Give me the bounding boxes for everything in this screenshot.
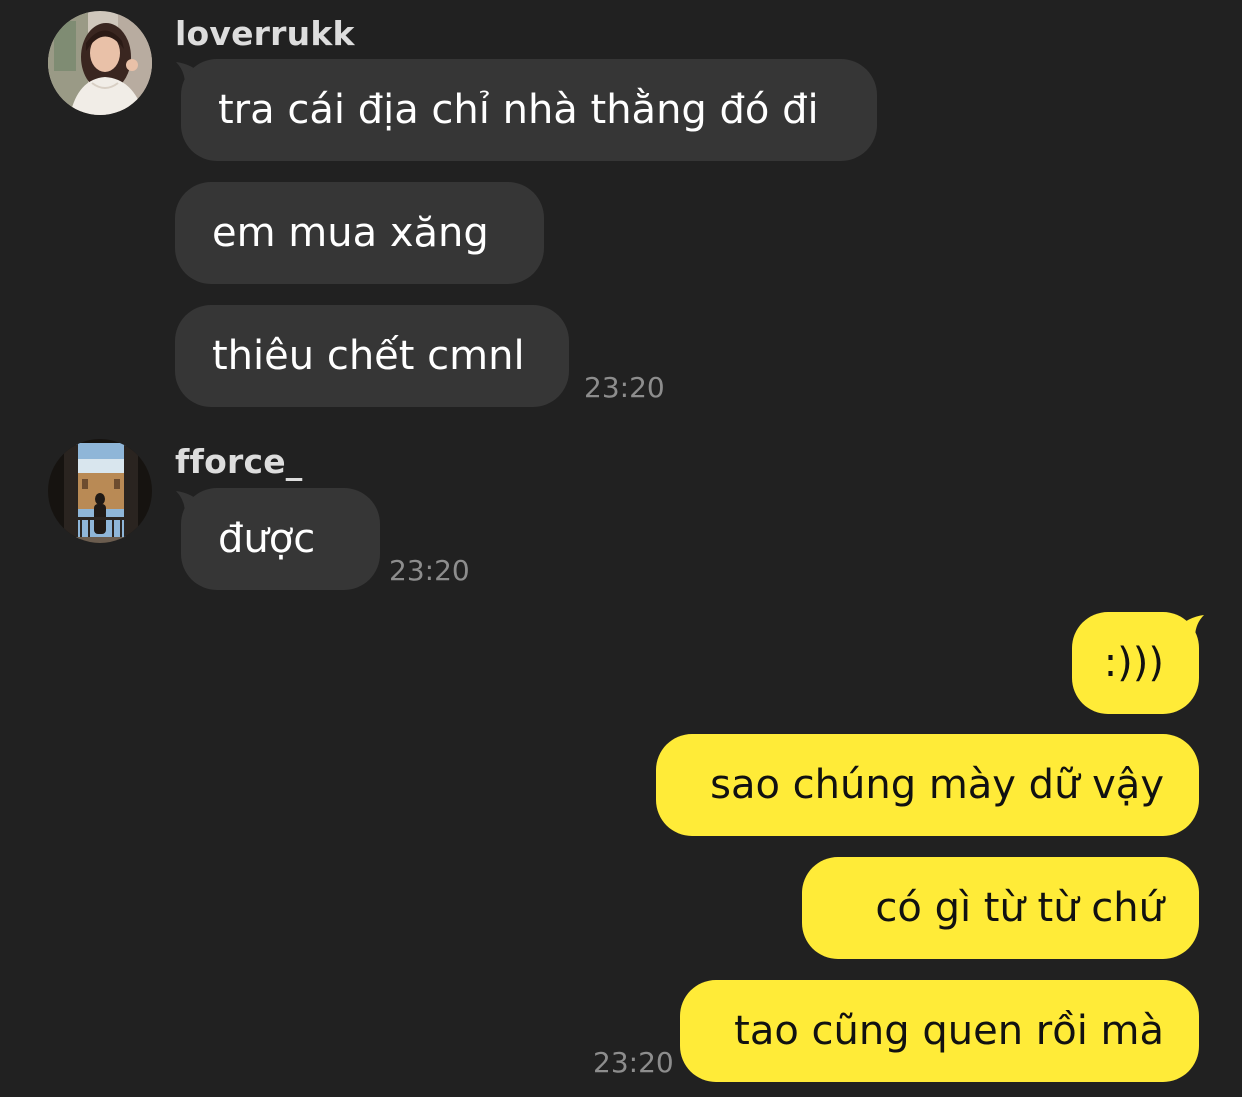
profile-photo-woman-icon bbox=[48, 11, 152, 115]
avatar-loverrukk[interactable] bbox=[48, 11, 152, 115]
sender-name: loverrukk bbox=[175, 14, 355, 53]
message-bubble-incoming[interactable]: em mua xăng bbox=[175, 182, 544, 284]
sender-name: fforce_ bbox=[175, 442, 303, 481]
message-bubble-incoming[interactable]: thiêu chết cmnl bbox=[175, 305, 569, 407]
message-bubble-incoming[interactable]: tra cái địa chỉ nhà thằng đó đi bbox=[181, 59, 877, 161]
message-bubble-incoming[interactable]: được bbox=[181, 488, 380, 590]
message-text: sao chúng mày dữ vậy bbox=[710, 762, 1164, 808]
message-text: có gì từ từ chứ bbox=[875, 885, 1164, 931]
message-text: thiêu chết cmnl bbox=[212, 333, 525, 379]
message-text: :))) bbox=[1103, 640, 1164, 686]
message-text: được bbox=[218, 516, 316, 562]
profile-photo-balcony-icon bbox=[48, 439, 152, 543]
message-text: tra cái địa chỉ nhà thằng đó đi bbox=[218, 87, 819, 133]
message-bubble-outgoing[interactable]: tao cũng quen rồi mà bbox=[680, 980, 1199, 1082]
message-text: em mua xăng bbox=[212, 210, 489, 256]
message-text: tao cũng quen rồi mà bbox=[734, 1008, 1164, 1054]
message-timestamp: 23:20 bbox=[593, 1046, 674, 1079]
message-bubble-outgoing[interactable]: :))) bbox=[1072, 612, 1199, 714]
message-timestamp: 23:20 bbox=[389, 554, 470, 587]
avatar-fforce[interactable] bbox=[48, 439, 152, 543]
message-bubble-outgoing[interactable]: có gì từ từ chứ bbox=[802, 857, 1199, 959]
message-timestamp: 23:20 bbox=[584, 371, 665, 404]
message-bubble-outgoing[interactable]: sao chúng mày dữ vậy bbox=[656, 734, 1199, 836]
